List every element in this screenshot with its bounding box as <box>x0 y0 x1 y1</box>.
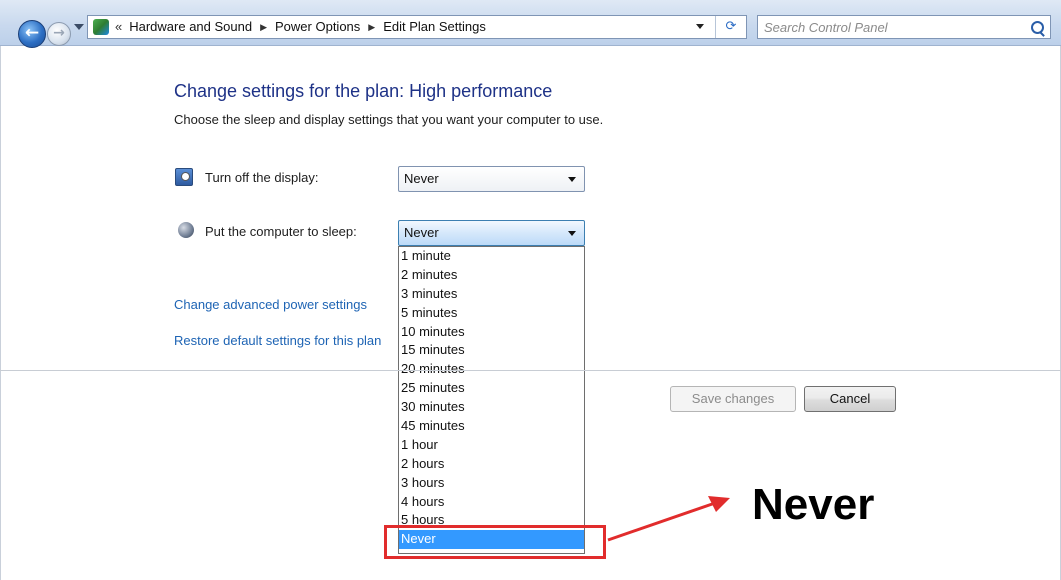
address-bar[interactable]: « Hardware and Sound ▶ Power Options ▶ Edit P… <box>87 15 747 39</box>
breadcrumb-separator-icon[interactable]: ▶ <box>368 22 375 32</box>
sleep-timeout-value: Never <box>404 225 439 240</box>
display-timeout-value: Never <box>404 171 439 186</box>
option-15-minutes[interactable]: 15 minutes <box>399 341 584 360</box>
option-4-hours[interactable]: 4 hours <box>399 493 584 512</box>
refresh-icon[interactable]: ⟳ <box>715 16 746 38</box>
display-timeout-select[interactable]: Never <box>398 166 585 192</box>
section-divider <box>0 370 1061 371</box>
display-timeout-label: Turn off the display: <box>205 170 319 185</box>
option-1-minute[interactable]: 1 minute <box>399 247 584 266</box>
advanced-power-settings-link[interactable]: Change advanced power settings <box>174 297 367 312</box>
breadcrumb-edit-plan-settings[interactable]: Edit Plan Settings <box>383 19 486 34</box>
annotation-arrow-icon <box>607 496 730 542</box>
page-title: Change settings for the plan: High perfo… <box>174 81 553 101</box>
option-1-hour[interactable]: 1 hour <box>399 436 584 455</box>
chevron-down-icon <box>568 231 576 236</box>
sleep-moon-icon <box>178 222 194 238</box>
recent-pages-chevron-icon[interactable] <box>74 24 84 30</box>
breadcrumb-overflow-chevron[interactable]: « <box>115 19 122 34</box>
cancel-button[interactable]: Cancel <box>804 386 896 412</box>
option-45-minutes[interactable]: 45 minutes <box>399 417 584 436</box>
option-3-minutes[interactable]: 3 minutes <box>399 285 584 304</box>
chevron-down-icon <box>568 177 576 182</box>
search-input[interactable] <box>758 16 1024 38</box>
edit-plan-settings-panel: Change settings for the plan: High perfo… <box>0 46 1061 580</box>
option-2-minutes[interactable]: 2 minutes <box>399 266 584 285</box>
sleep-options-list: 1 minute 2 minutes 3 minutes 5 minutes 1… <box>398 246 585 554</box>
option-3-hours[interactable]: 3 hours <box>399 474 584 493</box>
restore-defaults-link[interactable]: Restore default settings for this plan <box>174 333 398 348</box>
back-arrow-icon[interactable]: ← <box>18 20 46 48</box>
page-subtitle: Choose the sleep and display settings th… <box>174 112 604 127</box>
option-30-minutes[interactable]: 30 minutes <box>399 398 584 417</box>
sleep-timeout-select[interactable]: Never <box>398 220 585 246</box>
annotation-label: Never <box>752 480 875 529</box>
address-toolbar: ← → « Hardware and Sound ▶ Power Options ▶ Ed… <box>0 0 1061 48</box>
option-25-minutes[interactable]: 25 minutes <box>399 379 584 398</box>
address-dropdown-icon[interactable] <box>696 24 704 29</box>
highlight-box <box>384 525 606 559</box>
display-power-icon <box>175 168 193 186</box>
option-10-minutes[interactable]: 10 minutes <box>399 323 584 342</box>
save-changes-button[interactable]: Save changes <box>670 386 796 412</box>
search-box <box>757 15 1051 39</box>
breadcrumb-separator-icon[interactable]: ▶ <box>260 22 267 32</box>
forward-arrow-icon[interactable]: → <box>47 22 71 46</box>
option-5-minutes[interactable]: 5 minutes <box>399 304 584 323</box>
breadcrumb-hardware-and-sound[interactable]: Hardware and Sound <box>129 19 252 34</box>
search-icon[interactable] <box>1031 21 1044 34</box>
option-2-hours[interactable]: 2 hours <box>399 455 584 474</box>
breadcrumb-power-options[interactable]: Power Options <box>275 19 360 34</box>
sleep-timeout-label: Put the computer to sleep: <box>205 224 357 239</box>
breadcrumb: « Hardware and Sound ▶ Power Options ▶ Edit P… <box>115 16 486 38</box>
control-panel-icon <box>93 19 109 35</box>
